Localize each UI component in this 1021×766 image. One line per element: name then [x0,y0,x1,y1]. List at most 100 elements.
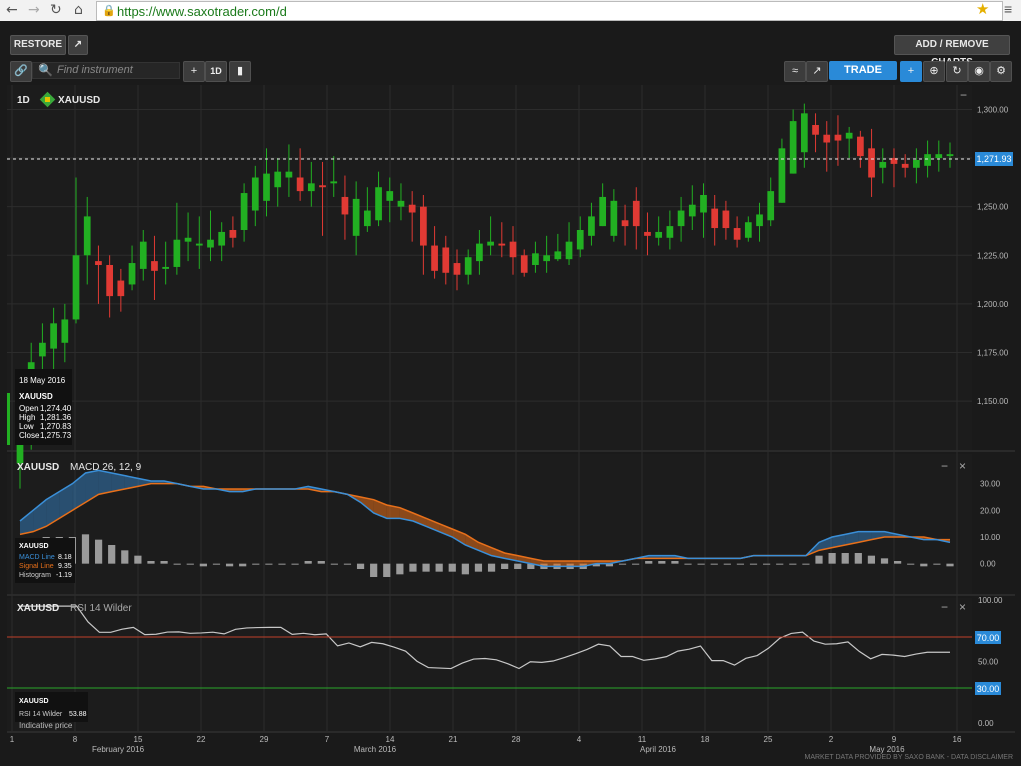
candle-body [263,173,270,201]
candle-body [274,171,282,188]
reload-icon[interactable]: ↻ [50,2,62,18]
candle-body [39,342,46,357]
candle-body [946,154,954,157]
area-chart-icon: ≈ [791,65,799,77]
x-axis-day-label: 4 [577,735,582,744]
candle-body [879,161,887,168]
minimize-macd-icon[interactable]: − [941,459,948,473]
gear-icon: ⚙ [996,65,1006,77]
drawing-tools-button[interactable]: ↗ [806,61,828,82]
chart-type-button[interactable]: ▮ [229,61,251,82]
crosshair-button[interactable]: + [900,61,922,82]
candle-body [688,204,696,217]
histogram-bar [763,563,771,565]
snapshot-button[interactable]: ◉ [968,61,990,82]
close-macd-icon[interactable]: × [959,459,966,473]
histogram-bar [710,563,718,565]
histogram-bar [422,563,430,572]
close-rsi-icon[interactable]: × [959,600,966,614]
url-field[interactable]: 🔒 https://www.saxotrader.com/d [96,1,1003,21]
histogram-bar [343,563,352,565]
candle-body [352,198,360,236]
trading-app: RESTORE ↗ ADD / REMOVE CHARTS 🔗 Find ins… [0,21,1021,761]
candle-body [610,200,618,236]
candle-body [173,239,181,267]
histogram-bar [933,563,941,565]
y-axis-tick-label: 1,150.00 [977,397,1009,406]
histogram-bar [854,553,862,564]
find-instrument-placeholder: Find instrument [57,64,133,76]
candle-body [599,196,607,227]
market-data-disclaimer[interactable]: MARKET DATA PROVIDED BY SAXO BANK - DATA… [805,754,1014,761]
rsi-legend-value: 53.88 [69,711,87,718]
trade-button[interactable]: TRADE [829,61,897,80]
x-axis-day-label: 16 [953,735,962,744]
candle-body [453,263,461,275]
x-axis-month-label: May 2016 [869,745,905,754]
link-button[interactable]: 🔗 [10,61,32,82]
find-instrument-input[interactable]: Find instrument [32,62,180,79]
tooltip-date: 18 May 2016 [19,376,66,385]
signal-line-label: Signal Line [19,563,54,570]
timeframe-button[interactable]: 1D [205,61,227,82]
candle-body [744,222,752,238]
minimize-rsi-icon[interactable]: − [941,600,948,614]
candle-body [420,206,427,246]
candle-body [700,195,707,213]
candle-body [565,241,573,260]
home-icon[interactable]: ⌂ [74,2,83,18]
macd-signal-fill [557,561,571,567]
histogram-bar [409,563,417,572]
bookmark-star-icon[interactable]: ★ [976,0,989,18]
tooltip-open-value: 1,274.40 [40,404,72,413]
histogram-bar [239,563,247,567]
chart-area[interactable]: 1 8 15 22 29 7 14 21 28 4 11 18 25 2 9 16 February 2016 M… [0,85,1021,761]
current-price-value: 1,271.93 [976,154,1011,164]
camera-icon: ◉ [974,65,984,77]
restore-button[interactable]: RESTORE [10,35,66,55]
candle-body [857,136,864,157]
histogram-bar [147,561,155,564]
histogram-bar [841,553,849,564]
candle-body [498,243,506,246]
url-text[interactable]: https://www.saxotrader.com/d [117,4,287,19]
candle-body [711,208,719,229]
popout-button[interactable]: ↗ [68,35,88,55]
reset-button[interactable]: ↻ [946,61,968,82]
histogram-bar [501,563,509,569]
candle-body [789,121,797,174]
histogram-bar [828,553,836,564]
histogram-bar [121,550,129,564]
indicators-button[interactable]: ≈ [784,61,806,82]
back-arrow-icon[interactable]: ← [6,2,18,18]
zoom-button[interactable]: ⊕ [923,61,945,82]
candle-body [632,200,640,227]
crosshair-icon: + [907,65,915,77]
candle-body [666,226,674,238]
minimize-main-icon[interactable]: − [960,88,967,102]
histogram-bar [749,563,758,565]
histogram-bar [304,561,312,564]
chart-toolbar: 🔗 Find instrument 🔍 + 1D ▮ ≈ ↗ TRADE + ⊕… [0,59,1021,83]
candle-body [106,265,113,297]
candle-body [375,187,382,221]
add-instrument-button[interactable]: + [183,61,205,82]
forward-arrow-icon[interactable]: → [28,2,40,18]
candle-body [72,255,80,320]
settings-button[interactable]: ⚙ [990,61,1012,82]
candle-body [341,196,349,215]
candle-body [117,280,125,297]
candle-body [95,261,102,265]
candle-body [363,210,371,227]
add-remove-charts-button[interactable]: ADD / REMOVE CHARTS [894,35,1010,68]
chart-svg[interactable]: 1 8 15 22 29 7 14 21 28 4 11 18 25 2 9 16February 2016 M… [0,85,1021,761]
candle-body [50,323,57,349]
macd-y-tick-label: 20.00 [980,506,1001,515]
candle-body [509,241,517,258]
candle-body [251,177,259,211]
candle-body [532,253,539,265]
candle-body [397,200,405,207]
y-axis-tick-label: 1,175.00 [977,349,1009,358]
browser-menu-icon[interactable]: ≡ [1004,1,1012,17]
y-axis-tick-label: 1,225.00 [977,251,1009,260]
